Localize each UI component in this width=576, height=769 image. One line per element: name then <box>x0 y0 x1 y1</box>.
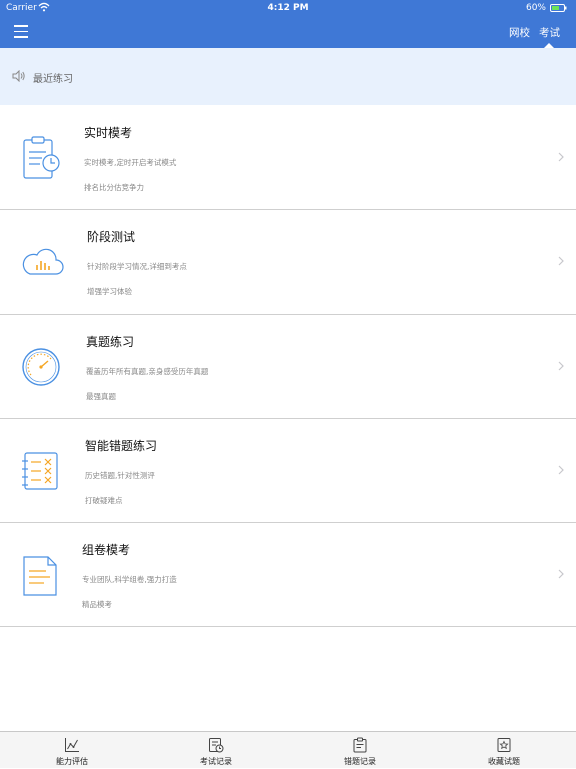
item-subtitle: 增强学习体验 <box>87 287 132 297</box>
gauge-icon <box>22 347 60 386</box>
chevron-right-icon <box>558 256 564 266</box>
item-subtitle: 排名比分估竞争力 <box>84 183 144 192</box>
item-title: 组卷模考 <box>82 543 131 558</box>
recent-practice-banner[interactable]: 最近练习 <box>0 48 576 105</box>
tab-label: 考试记录 <box>200 757 232 766</box>
item-title: 智能错题练习 <box>85 438 158 453</box>
item-description: 实时模考,定时开启考试模式 <box>84 158 177 167</box>
tab-exam[interactable]: 考试 <box>539 25 560 40</box>
cloud-chart-icon <box>22 249 64 275</box>
chevron-right-icon <box>558 569 564 579</box>
item-subtitle: 最强真题 <box>86 391 116 401</box>
chevron-right-icon <box>558 152 564 162</box>
chevron-right-icon <box>558 361 564 371</box>
exam-record-icon <box>209 738 224 753</box>
item-description: 覆盖历年所有真题,亲身感受历年真题 <box>86 366 209 376</box>
recent-practice-label: 最近练习 <box>33 74 73 85</box>
mistake-record-icon <box>353 737 367 753</box>
item-description: 针对阶段学习情况,详细到考点 <box>87 262 187 272</box>
nav-bar: 网校 考试 <box>0 16 576 48</box>
favorites-icon <box>497 738 511 752</box>
tab-saved-questions[interactable]: 收藏试题 <box>432 732 576 769</box>
tab-label: 错题记录 <box>344 757 376 766</box>
tab-label: 能力评估 <box>56 757 88 766</box>
speaker-icon <box>12 70 25 82</box>
item-title: 实时模考 <box>84 126 133 140</box>
item-description: 专业团队,科学组卷,强力打造 <box>82 575 177 585</box>
clock: 4:12 PM <box>267 3 309 13</box>
list-item-past-exam-practice[interactable]: 真题练习 覆盖历年所有真题,亲身感受历年真题 最强真题 <box>0 314 576 419</box>
item-title: 阶段测试 <box>87 230 136 245</box>
battery-percentage: 60% <box>525 3 546 13</box>
list-item-smart-mistake-practice[interactable]: 智能错题练习 历史错题,针对性测评 打破疑难点 <box>0 418 576 524</box>
tab-online-school[interactable]: 网校 <box>509 25 530 40</box>
item-subtitle: 打破疑难点 <box>85 495 123 505</box>
tab-exam-records[interactable]: 考试记录 <box>144 732 288 769</box>
list-item-live-mock-exam[interactable]: 实时模考 实时模考,定时开启考试模式 排名比分估竞争力 <box>0 106 576 211</box>
clipboard-clock-icon <box>23 136 60 179</box>
item-subtitle: 精品模考 <box>82 600 112 610</box>
list-item-stage-test[interactable]: 阶段测试 针对阶段学习情况,详细到考点 增强学习体验 <box>0 210 576 315</box>
status-bar: Carrier 4:12 PM 60% <box>0 0 576 16</box>
exam-mode-list: 实时模考 实时模考,定时开启考试模式 排名比分估竞争力 阶段测试 针对阶段学习情… <box>0 106 576 628</box>
bottom-tab-bar: 能力评估 考试记录 错题记录 收藏试题 <box>0 731 576 768</box>
document-icon <box>23 556 57 596</box>
tab-label: 收藏试题 <box>488 757 520 766</box>
tab-ability-assessment[interactable]: 能力评估 <box>0 732 144 769</box>
item-title: 真题练习 <box>86 334 135 349</box>
chart-icon <box>65 738 79 752</box>
menu-button[interactable] <box>14 25 28 39</box>
list-item-compiled-mock-exam[interactable]: 组卷模考 专业团队,科学组卷,强力打造 精品模考 <box>0 523 576 628</box>
item-description: 历史错题,针对性测评 <box>85 470 155 480</box>
tab-mistake-records[interactable]: 错题记录 <box>288 732 432 769</box>
checklist-x-icon <box>22 452 58 490</box>
chevron-right-icon <box>558 465 564 475</box>
battery-icon <box>550 4 567 12</box>
